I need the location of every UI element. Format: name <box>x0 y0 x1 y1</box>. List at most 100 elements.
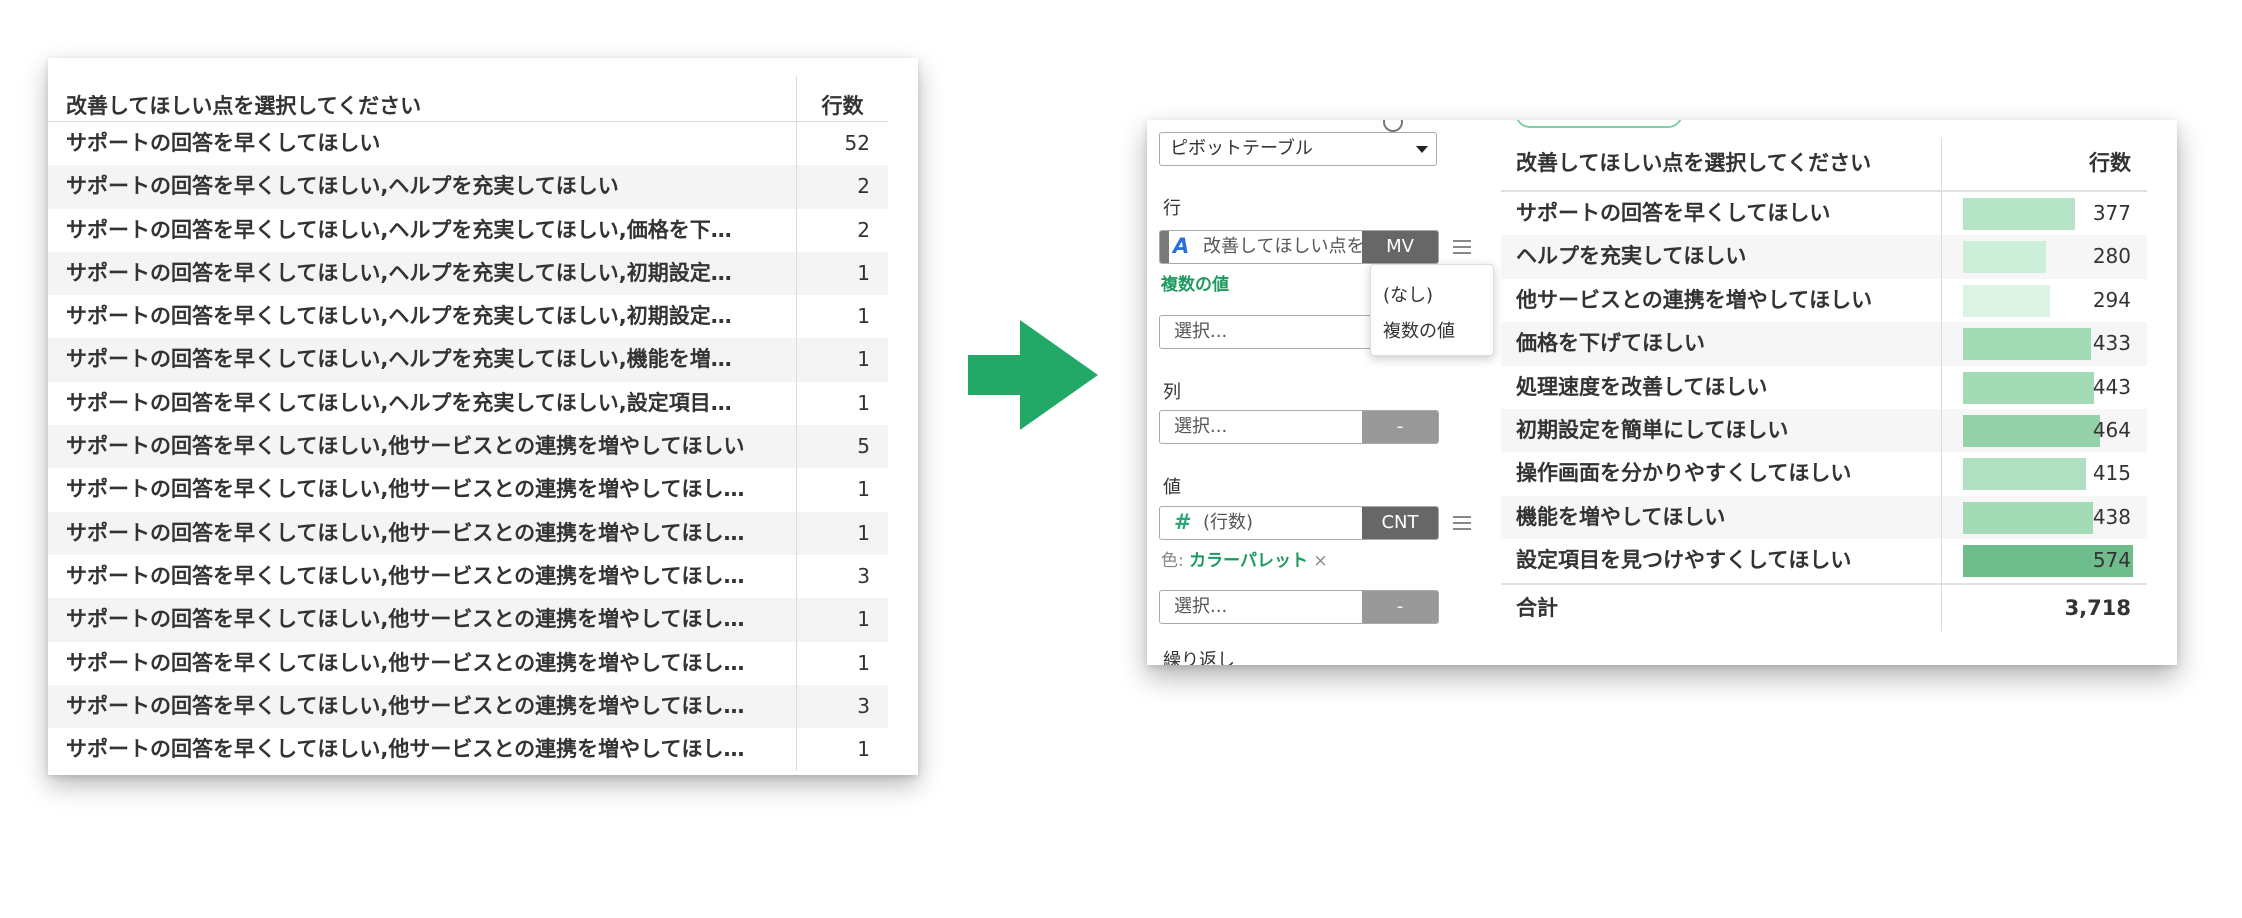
mv-button[interactable]: MV <box>1362 231 1438 263</box>
table-row[interactable]: サポートの回答を早くしてほしい,他サービスとの連携を増やしてほし… 1 <box>48 598 888 642</box>
pivot-row-value: 280 <box>2092 244 2131 269</box>
pivot-row[interactable]: 処理速度を改善してほしい 443 <box>1501 365 2147 409</box>
cnt-button[interactable]: CNT <box>1362 507 1438 539</box>
row-count-cell: 1 <box>796 468 888 512</box>
row-answer-cell: サポートの回答を早くしてほしい,ヘルプを充実してほしい,機能を増… <box>66 347 732 372</box>
row-answer-cell: サポートの回答を早くしてほしい,他サービスとの連携を増やしてほし… <box>66 737 745 762</box>
row-count-cell: 1 <box>796 641 888 685</box>
row-count-cell: 2 <box>796 208 888 252</box>
row-count-cell: 1 <box>796 251 888 296</box>
row-count-cell: 3 <box>796 684 888 729</box>
pivot-value-bar <box>1963 241 2046 274</box>
pivot-value-bar <box>1963 284 2051 317</box>
column-header-answer[interactable]: 改善してほしい点を選択してください <box>48 76 796 121</box>
pivot-row-value-cell: 433 <box>1941 322 2147 366</box>
pivot-header: 改善してほしい点を選択してください 行数 <box>1501 138 2147 192</box>
pivot-row[interactable]: 価格を下げてほしい 433 <box>1501 322 2147 366</box>
pivot-row[interactable]: 初期設定を簡単にしてほしい 464 <box>1501 408 2147 453</box>
pivot-row-value-cell: 294 <box>1941 278 2147 323</box>
table-row[interactable]: サポートの回答を早くしてほしい,ヘルプを充実してほしい,初期設定… 1 <box>48 251 888 296</box>
chart-type-select[interactable]: ピボットテーブル <box>1159 132 1437 166</box>
row-answer-cell: サポートの回答を早くしてほしい,他サービスとの連携を増やしてほし… <box>66 607 745 632</box>
table-row[interactable]: サポートの回答を早くしてほしい,他サービスとの連携を増やしてほしい 5 <box>48 425 888 469</box>
value-field-pill[interactable]: # (行数) CNT <box>1159 506 1439 540</box>
chart-type-value: ピボットテーブル <box>1170 138 1313 159</box>
total-label: 合計 <box>1516 595 1558 620</box>
pivot-row-value: 294 <box>2092 287 2131 312</box>
table-row[interactable]: サポートの回答を早くしてほしい,ヘルプを充実してほしい 2 <box>48 165 888 209</box>
pivot-row-label: 他サービスとの連携を増やしてほしい <box>1516 287 1873 312</box>
pivot-row-value: 574 <box>2092 548 2131 573</box>
caret-down-icon <box>1416 146 1428 153</box>
pivot-value-bar <box>1963 328 2092 361</box>
dropdown-option-none[interactable]: (なし) <box>1383 281 1433 307</box>
table-row[interactable]: サポートの回答を早くしてほしい,ヘルプを充実してほしい,初期設定… 1 <box>48 295 888 339</box>
pivot-row-label: 処理速度を改善してほしい <box>1516 374 1768 399</box>
row-select-placeholder: 選択... <box>1174 321 1228 342</box>
row-count-cell: 1 <box>796 598 888 642</box>
raw-data-table: 改善してほしい点を選択してください 行数 サポートの回答を早くしてほしい 52 サポ… <box>48 76 888 772</box>
column-header-count[interactable]: 行数 <box>796 76 888 121</box>
color-clear-icon[interactable]: × <box>1313 551 1327 571</box>
row-field-pill[interactable]: A 改善してほしい点を選択してください MV <box>1159 230 1439 264</box>
pivot-row[interactable]: サポートの回答を早くしてほしい 377 <box>1501 192 2147 236</box>
text-type-icon: A <box>1173 234 1190 258</box>
dropdown-option-multi[interactable]: 複数の値 <box>1383 317 1455 343</box>
value-select-placeholder: 選択... <box>1174 596 1228 617</box>
pivot-row[interactable]: 他サービスとの連携を増やしてほしい 294 <box>1501 278 2147 323</box>
row-field-menu-icon[interactable] <box>1453 240 1471 254</box>
table-row[interactable]: サポートの回答を早くしてほしい,他サービスとの連携を増やしてほし… 1 <box>48 641 888 685</box>
pivot-row[interactable]: 機能を増やしてほしい 438 <box>1501 495 2147 540</box>
pivot-row-value-cell: 377 <box>1941 192 2147 236</box>
pivot-row-value: 415 <box>2092 461 2131 486</box>
table-row[interactable]: サポートの回答を早くしてほしい,他サービスとの連携を増やしてほし… 1 <box>48 511 888 555</box>
table-row[interactable]: サポートの回答を早くしてほしい,ヘルプを充実してほしい,価格を下… 2 <box>48 208 888 252</box>
info-icon <box>1383 120 1403 132</box>
table-row[interactable]: サポートの回答を早くしてほしい 52 <box>48 122 888 166</box>
rows-section-label: 行 <box>1163 198 1181 219</box>
row-answer-cell: サポートの回答を早くしてほしい,ヘルプを充実してほしい <box>66 174 619 199</box>
row-answer-cell: サポートの回答を早くしてほしい,ヘルプを充実してほしい,初期設定… <box>66 260 732 285</box>
pivot-view-panel: ピボットテーブル 行 A 改善してほしい点を選択してください MV 複数の値 選… <box>1147 120 2177 665</box>
row-answer-cell: サポートの回答を早くしてほしい,他サービスとの連携を増やしてほし… <box>66 563 745 588</box>
table-row[interactable]: サポートの回答を早くしてほしい,他サービスとの連携を増やしてほし… 1 <box>48 468 888 512</box>
value-field-name: (行数) <box>1203 512 1254 533</box>
table-row[interactable]: サポートの回答を早くしてほしい,他サービスとの連携を増やしてほし… 3 <box>48 554 888 599</box>
row-answer-cell: サポートの回答を早くしてほしい,ヘルプを充実してほしい,価格を下… <box>66 217 732 242</box>
value-remove-button[interactable]: - <box>1362 591 1438 623</box>
pivot-column-header-answer[interactable]: 改善してほしい点を選択してください <box>1501 138 1941 190</box>
value-add-field[interactable]: 選択... - <box>1159 590 1439 624</box>
pivot-row[interactable]: ヘルプを充実してほしい 280 <box>1501 235 2147 279</box>
color-palette-link[interactable]: カラーパレット <box>1189 551 1308 571</box>
pivot-column-header-count[interactable]: 行数 <box>1941 138 2147 190</box>
pivot-row[interactable]: 操作画面を分かりやすくしてほしい 415 <box>1501 452 2147 496</box>
row-answer-cell: サポートの回答を早くしてほしい <box>66 131 381 155</box>
pivot-value-bar <box>1963 501 2093 534</box>
cols-section-label: 列 <box>1163 382 1181 403</box>
pivot-value-bar <box>1963 458 2086 491</box>
row-field-name: 改善してほしい点を選択してください <box>1203 236 1363 257</box>
table-row[interactable]: サポートの回答を早くしてほしい,他サービスとの連携を増やしてほし… 3 <box>48 684 888 729</box>
top-action-pill[interactable] <box>1515 120 1683 128</box>
row-answer-cell: サポートの回答を早くしてほしい,他サービスとの連携を増やしてほし… <box>66 693 745 718</box>
col-add-field[interactable]: 選択... - <box>1159 410 1439 444</box>
pivot-row-label: 設定項目を見つけやすくしてほしい <box>1516 548 1852 573</box>
drag-handle-icon[interactable] <box>1160 231 1169 263</box>
row-count-cell: 1 <box>796 511 888 555</box>
mv-dropdown-menu: (なし) 複数の値 <box>1370 264 1494 356</box>
pivot-row[interactable]: 設定項目を見つけやすくしてほしい 574 <box>1501 539 2147 583</box>
pivot-row-value-cell: 443 <box>1941 365 2147 409</box>
table-row[interactable]: サポートの回答を早くしてほしい,他サービスとの連携を増やしてほし… 1 <box>48 728 888 772</box>
col-select-placeholder: 選択... <box>1174 416 1228 437</box>
pivot-row-value: 377 <box>2092 201 2131 225</box>
table-row[interactable]: サポートの回答を早くしてほしい,ヘルプを充実してほしい,設定項目… 1 <box>48 381 888 426</box>
row-answer-cell: サポートの回答を早くしてほしい,他サービスとの連携を増やしてほし… <box>66 477 745 502</box>
pivot-row-label: 初期設定を簡単にしてほしい <box>1516 417 1789 442</box>
col-remove-button[interactable]: - <box>1362 411 1438 443</box>
repeat-section-label: 繰り返し <box>1163 650 1235 665</box>
value-field-menu-icon[interactable] <box>1453 516 1471 530</box>
multi-values-link[interactable]: 複数の値 <box>1161 270 1229 295</box>
pivot-total-row: 合計 3,718 <box>1501 582 2147 631</box>
row-count-cell: 1 <box>796 381 888 426</box>
table-row[interactable]: サポートの回答を早くしてほしい,ヘルプを充実してほしい,機能を増… 1 <box>48 338 888 382</box>
